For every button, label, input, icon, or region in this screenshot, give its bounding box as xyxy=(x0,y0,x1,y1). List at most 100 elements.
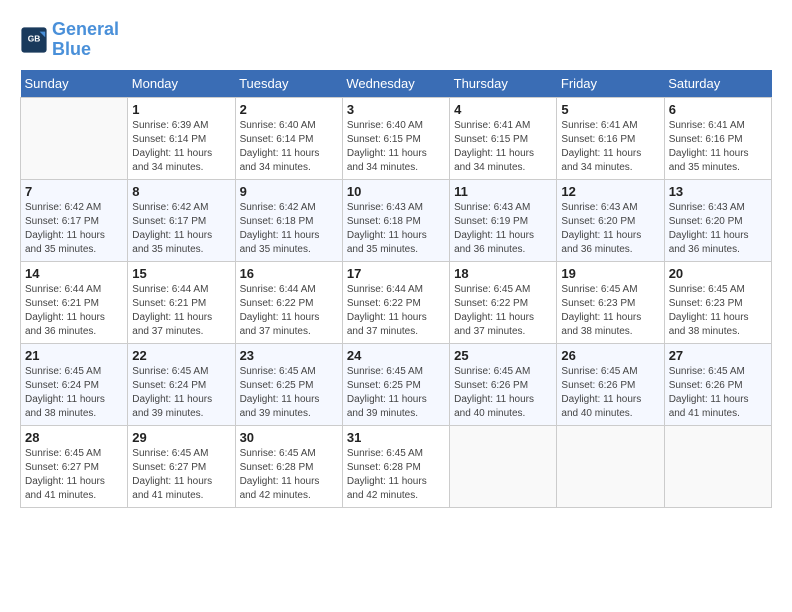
weekday-header-wednesday: Wednesday xyxy=(342,70,449,98)
day-number: 16 xyxy=(240,266,338,281)
calendar-cell: 14 Sunrise: 6:44 AMSunset: 6:21 PMDaylig… xyxy=(21,261,128,343)
calendar-cell xyxy=(557,425,664,507)
calendar-cell: 16 Sunrise: 6:44 AMSunset: 6:22 PMDaylig… xyxy=(235,261,342,343)
calendar-cell xyxy=(664,425,771,507)
day-number: 24 xyxy=(347,348,445,363)
calendar-cell: 9 Sunrise: 6:42 AMSunset: 6:18 PMDayligh… xyxy=(235,179,342,261)
day-info: Sunrise: 6:43 AMSunset: 6:18 PMDaylight:… xyxy=(347,201,445,257)
calendar-cell: 22 Sunrise: 6:45 AMSunset: 6:24 PMDaylig… xyxy=(128,343,235,425)
day-number: 10 xyxy=(347,184,445,199)
weekday-header-row: SundayMondayTuesdayWednesdayThursdayFrid… xyxy=(21,70,772,98)
calendar-cell: 21 Sunrise: 6:45 AMSunset: 6:24 PMDaylig… xyxy=(21,343,128,425)
day-info: Sunrise: 6:45 AMSunset: 6:27 PMDaylight:… xyxy=(25,447,123,503)
day-number: 14 xyxy=(25,266,123,281)
day-info: Sunrise: 6:42 AMSunset: 6:17 PMDaylight:… xyxy=(25,201,123,257)
day-info: Sunrise: 6:45 AMSunset: 6:25 PMDaylight:… xyxy=(240,365,338,421)
calendar-cell: 1 Sunrise: 6:39 AMSunset: 6:14 PMDayligh… xyxy=(128,97,235,179)
day-number: 15 xyxy=(132,266,230,281)
day-number: 22 xyxy=(132,348,230,363)
day-info: Sunrise: 6:44 AMSunset: 6:22 PMDaylight:… xyxy=(347,283,445,339)
calendar-cell: 31 Sunrise: 6:45 AMSunset: 6:28 PMDaylig… xyxy=(342,425,449,507)
day-info: Sunrise: 6:45 AMSunset: 6:22 PMDaylight:… xyxy=(454,283,552,339)
day-number: 5 xyxy=(561,102,659,117)
day-info: Sunrise: 6:45 AMSunset: 6:25 PMDaylight:… xyxy=(347,365,445,421)
header: GB GeneralBlue xyxy=(20,20,772,60)
day-number: 27 xyxy=(669,348,767,363)
day-info: Sunrise: 6:45 AMSunset: 6:23 PMDaylight:… xyxy=(561,283,659,339)
day-info: Sunrise: 6:45 AMSunset: 6:23 PMDaylight:… xyxy=(669,283,767,339)
day-info: Sunrise: 6:39 AMSunset: 6:14 PMDaylight:… xyxy=(132,119,230,175)
calendar-body: 1 Sunrise: 6:39 AMSunset: 6:14 PMDayligh… xyxy=(21,97,772,507)
day-number: 25 xyxy=(454,348,552,363)
day-info: Sunrise: 6:41 AMSunset: 6:16 PMDaylight:… xyxy=(561,119,659,175)
day-info: Sunrise: 6:41 AMSunset: 6:16 PMDaylight:… xyxy=(669,119,767,175)
calendar-week-3: 14 Sunrise: 6:44 AMSunset: 6:21 PMDaylig… xyxy=(21,261,772,343)
calendar-cell: 2 Sunrise: 6:40 AMSunset: 6:14 PMDayligh… xyxy=(235,97,342,179)
weekday-header-monday: Monday xyxy=(128,70,235,98)
calendar-cell: 6 Sunrise: 6:41 AMSunset: 6:16 PMDayligh… xyxy=(664,97,771,179)
day-info: Sunrise: 6:45 AMSunset: 6:27 PMDaylight:… xyxy=(132,447,230,503)
weekday-header-tuesday: Tuesday xyxy=(235,70,342,98)
calendar-cell: 11 Sunrise: 6:43 AMSunset: 6:19 PMDaylig… xyxy=(450,179,557,261)
calendar-cell: 15 Sunrise: 6:44 AMSunset: 6:21 PMDaylig… xyxy=(128,261,235,343)
calendar-cell: 10 Sunrise: 6:43 AMSunset: 6:18 PMDaylig… xyxy=(342,179,449,261)
calendar-cell: 4 Sunrise: 6:41 AMSunset: 6:15 PMDayligh… xyxy=(450,97,557,179)
day-number: 11 xyxy=(454,184,552,199)
day-info: Sunrise: 6:42 AMSunset: 6:18 PMDaylight:… xyxy=(240,201,338,257)
day-info: Sunrise: 6:45 AMSunset: 6:24 PMDaylight:… xyxy=(25,365,123,421)
calendar-week-5: 28 Sunrise: 6:45 AMSunset: 6:27 PMDaylig… xyxy=(21,425,772,507)
logo: GB GeneralBlue xyxy=(20,20,119,60)
day-info: Sunrise: 6:43 AMSunset: 6:20 PMDaylight:… xyxy=(561,201,659,257)
day-number: 9 xyxy=(240,184,338,199)
calendar-week-2: 7 Sunrise: 6:42 AMSunset: 6:17 PMDayligh… xyxy=(21,179,772,261)
day-number: 4 xyxy=(454,102,552,117)
calendar-cell: 26 Sunrise: 6:45 AMSunset: 6:26 PMDaylig… xyxy=(557,343,664,425)
calendar-cell: 23 Sunrise: 6:45 AMSunset: 6:25 PMDaylig… xyxy=(235,343,342,425)
calendar-cell: 19 Sunrise: 6:45 AMSunset: 6:23 PMDaylig… xyxy=(557,261,664,343)
day-info: Sunrise: 6:44 AMSunset: 6:22 PMDaylight:… xyxy=(240,283,338,339)
day-number: 8 xyxy=(132,184,230,199)
day-info: Sunrise: 6:43 AMSunset: 6:19 PMDaylight:… xyxy=(454,201,552,257)
calendar-cell: 27 Sunrise: 6:45 AMSunset: 6:26 PMDaylig… xyxy=(664,343,771,425)
calendar-cell: 3 Sunrise: 6:40 AMSunset: 6:15 PMDayligh… xyxy=(342,97,449,179)
logo-icon: GB xyxy=(20,26,48,54)
day-number: 13 xyxy=(669,184,767,199)
calendar-cell: 8 Sunrise: 6:42 AMSunset: 6:17 PMDayligh… xyxy=(128,179,235,261)
day-info: Sunrise: 6:42 AMSunset: 6:17 PMDaylight:… xyxy=(132,201,230,257)
day-info: Sunrise: 6:43 AMSunset: 6:20 PMDaylight:… xyxy=(669,201,767,257)
day-info: Sunrise: 6:40 AMSunset: 6:15 PMDaylight:… xyxy=(347,119,445,175)
day-info: Sunrise: 6:41 AMSunset: 6:15 PMDaylight:… xyxy=(454,119,552,175)
day-number: 30 xyxy=(240,430,338,445)
weekday-header-friday: Friday xyxy=(557,70,664,98)
day-number: 1 xyxy=(132,102,230,117)
logo-text: GeneralBlue xyxy=(52,20,119,60)
day-info: Sunrise: 6:45 AMSunset: 6:26 PMDaylight:… xyxy=(669,365,767,421)
calendar-cell: 20 Sunrise: 6:45 AMSunset: 6:23 PMDaylig… xyxy=(664,261,771,343)
weekday-header-sunday: Sunday xyxy=(21,70,128,98)
calendar-cell xyxy=(450,425,557,507)
day-number: 19 xyxy=(561,266,659,281)
day-info: Sunrise: 6:44 AMSunset: 6:21 PMDaylight:… xyxy=(25,283,123,339)
day-number: 12 xyxy=(561,184,659,199)
weekday-header-thursday: Thursday xyxy=(450,70,557,98)
day-number: 31 xyxy=(347,430,445,445)
day-number: 18 xyxy=(454,266,552,281)
weekday-header-saturday: Saturday xyxy=(664,70,771,98)
calendar-cell: 28 Sunrise: 6:45 AMSunset: 6:27 PMDaylig… xyxy=(21,425,128,507)
calendar-cell: 17 Sunrise: 6:44 AMSunset: 6:22 PMDaylig… xyxy=(342,261,449,343)
day-number: 3 xyxy=(347,102,445,117)
day-number: 21 xyxy=(25,348,123,363)
calendar-cell xyxy=(21,97,128,179)
day-info: Sunrise: 6:45 AMSunset: 6:24 PMDaylight:… xyxy=(132,365,230,421)
calendar-cell: 25 Sunrise: 6:45 AMSunset: 6:26 PMDaylig… xyxy=(450,343,557,425)
day-number: 26 xyxy=(561,348,659,363)
calendar-cell: 29 Sunrise: 6:45 AMSunset: 6:27 PMDaylig… xyxy=(128,425,235,507)
day-number: 6 xyxy=(669,102,767,117)
calendar-table: SundayMondayTuesdayWednesdayThursdayFrid… xyxy=(20,70,772,508)
day-number: 20 xyxy=(669,266,767,281)
day-number: 17 xyxy=(347,266,445,281)
calendar-cell: 5 Sunrise: 6:41 AMSunset: 6:16 PMDayligh… xyxy=(557,97,664,179)
calendar-cell: 7 Sunrise: 6:42 AMSunset: 6:17 PMDayligh… xyxy=(21,179,128,261)
svg-text:GB: GB xyxy=(28,33,41,43)
calendar-cell: 24 Sunrise: 6:45 AMSunset: 6:25 PMDaylig… xyxy=(342,343,449,425)
